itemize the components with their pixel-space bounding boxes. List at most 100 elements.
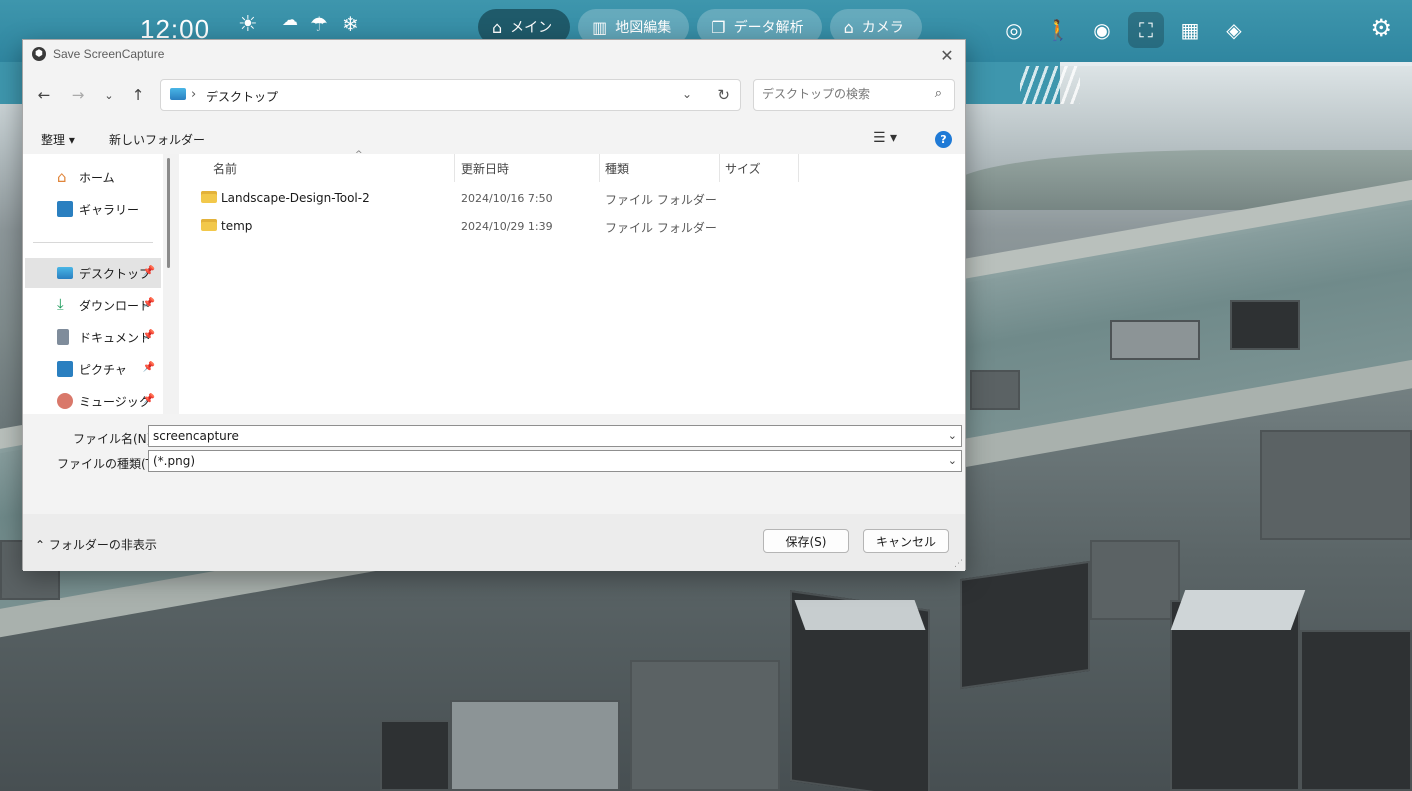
cloud-icon[interactable]: ☁ xyxy=(282,10,298,29)
sidebar-item-label: ギャラリー xyxy=(79,202,140,217)
filename-label: ファイル名(N): xyxy=(73,432,156,446)
folder-icon xyxy=(201,191,217,203)
save-dialog: ⬢ Save ScreenCapture ✕ ← → ⌄ ↑ › デスクトップ … xyxy=(22,39,967,571)
eye-icon[interactable]: ◉ xyxy=(1084,12,1120,48)
sidebar-item-documents[interactable]: ドキュメント 📌 xyxy=(25,322,161,352)
back-arrow-icon[interactable]: ← xyxy=(33,84,55,106)
gear-icon[interactable]: ⚙ xyxy=(1370,14,1392,42)
pin-icon[interactable]: 📌 xyxy=(143,330,155,341)
filetype-value: (*.png) xyxy=(153,454,196,468)
search-input[interactable] xyxy=(762,87,912,101)
tab-label: カメラ xyxy=(861,20,904,36)
copy-icon: ❐ xyxy=(711,17,726,37)
snow-icon[interactable]: ❄ xyxy=(342,12,359,36)
dialog-title: Save ScreenCapture xyxy=(53,47,165,61)
sidebar-item-label: ピクチャ xyxy=(79,362,127,377)
sidebar-item-downloads[interactable]: ⤓ ダウンロード 📌 xyxy=(25,290,161,320)
umbrella-icon[interactable]: ☂ xyxy=(310,12,328,36)
capture-icon[interactable]: ⛶ xyxy=(1128,12,1164,48)
desktop-icon xyxy=(170,88,186,100)
up-arrow-icon[interactable]: ↑ xyxy=(127,84,149,106)
filetype-select[interactable]: (*.png) ⌄ xyxy=(148,450,962,472)
cancel-button[interactable]: キャンセル xyxy=(863,529,949,553)
chevron-down-icon[interactable]: ⌄ xyxy=(682,87,692,101)
camera-icon: ⌂ xyxy=(843,17,854,37)
building-grid-icon[interactable]: ▦ xyxy=(1172,12,1208,48)
file-date: 2024/10/16 7:50 xyxy=(461,192,553,205)
file-list: ^ 名前 更新日時 種類 サイズ Landscape-Design-Tool-2… xyxy=(179,150,967,414)
pin-icon[interactable]: 📌 xyxy=(143,298,155,309)
dialog-footer: ⌃ フォルダーの非表示 保存(S) キャンセル ⋰ xyxy=(23,514,965,571)
building xyxy=(380,720,450,791)
dialog-titlebar[interactable]: ⬢ Save ScreenCapture ✕ xyxy=(23,40,965,70)
file-name: temp xyxy=(221,219,253,233)
sort-caret-icon: ^ xyxy=(355,150,363,160)
column-header-type[interactable]: 種類 xyxy=(601,154,720,182)
chevron-down-icon[interactable]: ⌄ xyxy=(948,429,957,442)
forward-arrow-icon[interactable]: → xyxy=(67,84,89,106)
address-location: デスクトップ xyxy=(206,90,279,104)
building xyxy=(1300,630,1412,791)
help-icon[interactable]: ? xyxy=(935,131,952,148)
sidebar-scrollbar-track[interactable] xyxy=(163,154,179,414)
save-button[interactable]: 保存(S) xyxy=(763,529,849,553)
building xyxy=(1260,430,1412,540)
chevron-down-icon[interactable]: ⌄ xyxy=(948,454,957,467)
browser-pane: ⌂ ホーム ギャラリー デスクトップ 📌 ⤓ ダウンロード 📌 ドキュメント 📌… xyxy=(23,150,967,416)
recent-chevron-icon[interactable]: ⌄ xyxy=(98,84,120,106)
tab-label: データ解析 xyxy=(733,20,804,36)
view-options-icon[interactable]: ☰ ▾ xyxy=(873,130,897,146)
sidebar-item-desktop[interactable]: デスクトップ 📌 xyxy=(25,258,161,288)
search-box[interactable]: ⌕ xyxy=(753,79,955,111)
pin-icon[interactable]: 📌 xyxy=(143,394,155,405)
sidebar-item-gallery[interactable]: ギャラリー xyxy=(25,194,161,224)
decorative-stripes xyxy=(1020,66,1080,104)
file-row[interactable]: temp 2024/10/29 1:39 ファイル フォルダー xyxy=(195,212,955,240)
column-header-size[interactable]: サイズ xyxy=(721,154,799,182)
resize-grip-icon[interactable]: ⋰ xyxy=(954,559,963,569)
home-icon: ⌂ xyxy=(492,17,503,37)
sidebar-item-home[interactable]: ⌂ ホーム xyxy=(25,162,161,192)
sidebar-item-pictures[interactable]: ピクチャ 📌 xyxy=(25,354,161,384)
folder-icon xyxy=(201,219,217,231)
filename-field[interactable]: screencapture ⌄ xyxy=(148,425,962,447)
refresh-icon[interactable]: ↻ xyxy=(717,86,730,104)
column-label: 種類 xyxy=(605,161,630,176)
download-icon: ⤓ xyxy=(57,295,64,313)
file-row[interactable]: Landscape-Design-Tool-2 2024/10/16 7:50 … xyxy=(195,184,955,212)
pin-icon[interactable]: 📌 xyxy=(143,362,155,373)
building xyxy=(630,660,780,791)
organize-button[interactable]: 整理 ▾ xyxy=(41,131,75,148)
building-roof xyxy=(1170,590,1306,630)
filename-value: screencapture xyxy=(153,429,239,443)
building xyxy=(450,700,620,791)
desktop-icon xyxy=(57,267,73,279)
sun-icon[interactable]: ☀ xyxy=(238,12,258,37)
tab-label: 地図編集 xyxy=(615,20,672,36)
sidebar-item-label: デスクトップ xyxy=(79,266,152,281)
address-bar[interactable]: › デスクトップ ⌄ ↻ xyxy=(160,79,741,111)
column-header-name[interactable]: ^ 名前 xyxy=(209,150,455,182)
file-date: 2024/10/29 1:39 xyxy=(461,220,553,233)
building xyxy=(1090,540,1180,620)
building xyxy=(1230,300,1300,350)
walk-icon[interactable]: 🚶 xyxy=(1040,12,1076,48)
screenshot-icon[interactable]: ◎ xyxy=(996,12,1032,48)
new-folder-button[interactable]: 新しいフォルダー xyxy=(109,131,205,148)
sidebar-scrollbar-thumb[interactable] xyxy=(167,158,170,268)
tab-label: メイン xyxy=(510,20,553,36)
texture-icon[interactable]: ◈ xyxy=(1216,12,1252,48)
column-label: 名前 xyxy=(213,161,238,176)
column-header-date[interactable]: 更新日時 xyxy=(457,154,600,182)
home-icon: ⌂ xyxy=(57,168,67,186)
navigation-bar: ← → ⌄ ↑ › デスクトップ ⌄ ↻ ⌕ xyxy=(23,78,965,114)
sidebar-item-music[interactable]: ミュージック 📌 xyxy=(25,386,161,416)
building xyxy=(960,560,1090,690)
column-label: サイズ xyxy=(725,161,761,176)
hide-folders-toggle[interactable]: ⌃ フォルダーの非表示 xyxy=(35,536,157,553)
sidebar-item-label: ダウンロード xyxy=(79,298,152,313)
search-icon[interactable]: ⌕ xyxy=(935,86,942,101)
file-name: Landscape-Design-Tool-2 xyxy=(221,191,370,205)
close-icon[interactable]: ✕ xyxy=(935,43,959,67)
pin-icon[interactable]: 📌 xyxy=(143,266,155,277)
